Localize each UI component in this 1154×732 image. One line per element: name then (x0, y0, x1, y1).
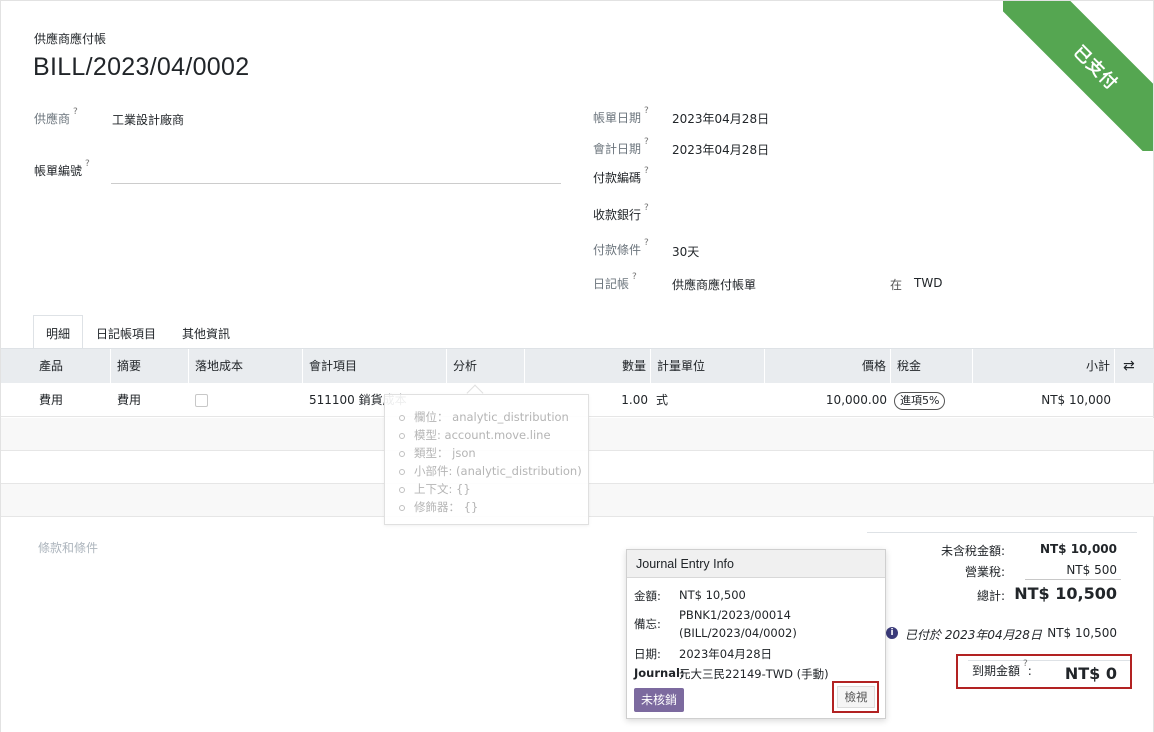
lines-table-header: 產品 摘要 落地成本 會計項目 分析 數量 計量單位 價格 稅金 小計 ⇄ (1, 349, 1154, 383)
popover-journal-label: Journal: (634, 666, 685, 680)
info-icon[interactable]: i (886, 627, 898, 639)
tab-other-info[interactable]: 其他資訊 (169, 315, 243, 349)
tooltip-line: 修飾器： {} (399, 499, 478, 515)
recipient-bank-label: 收款銀行? (593, 203, 649, 222)
popover-date-label: 日期: (634, 647, 661, 661)
popover-memo-line2: (BILL/2023/04/0002) (679, 626, 797, 640)
popover-journal-value: 元大三民22149-TWD (手動) (679, 667, 829, 681)
cell-subtotal: NT$ 10,000 (1041, 393, 1111, 407)
bill-ref-label: 帳單編號? (34, 159, 90, 178)
col-description[interactable]: 摘要 (111, 349, 189, 383)
tax-label: 營業稅: (964, 565, 1005, 579)
popover-amount-label: 金額: (634, 589, 661, 603)
document-type: 供應商應付帳 (34, 32, 107, 46)
col-subtotal[interactable]: 小計 (973, 349, 1115, 383)
accounting-date-field[interactable]: 2023年04月28日 (672, 141, 769, 158)
payment-terms-label: 付款條件? (593, 238, 649, 257)
tax-badge: 進項5% (894, 392, 946, 410)
popover-amount-value: NT$ 10,500 (679, 588, 746, 602)
total-label: 總計: (976, 589, 1005, 603)
status-ribbon-label: 已支付 (1003, 1, 1153, 151)
col-taxes[interactable]: 稅金 (891, 349, 973, 383)
cell-uom[interactable]: 式 (656, 384, 668, 417)
totals-divider (867, 532, 1137, 533)
view-button[interactable]: 檢視 (837, 686, 875, 708)
tooltip-line: 類型： json (399, 445, 476, 461)
page-title: BILL/2023/04/0002 (33, 53, 250, 81)
notebook-tabs: 明細 日記帳項目 其他資訊 (33, 315, 243, 349)
vendor-field[interactable]: 工業設計廠商 (112, 111, 184, 128)
totals-separator (1025, 579, 1121, 580)
tab-invoice-lines[interactable]: 明細 (33, 315, 84, 349)
journal-label: 日記帳? (593, 272, 637, 291)
bill-date-field[interactable]: 2023年04月28日 (672, 110, 769, 127)
currency-field[interactable]: TWD (914, 276, 942, 290)
col-quantity[interactable]: 數量 (525, 349, 651, 383)
popover-title: Journal Entry Info (627, 550, 885, 578)
cell-description[interactable]: 費用 (117, 384, 141, 417)
tax-value: NT$ 500 (1066, 563, 1117, 577)
col-product[interactable]: 產品 (33, 349, 111, 383)
amount-due-label: 到期金額?: (972, 659, 1032, 678)
bill-ref-input[interactable] (111, 183, 561, 184)
cell-product[interactable]: 費用 (39, 384, 63, 417)
untaxed-value: NT$ 10,000 (1039, 542, 1117, 556)
field-info-tooltip: 欄位： analytic_distribution 模型: account.mo… (384, 394, 589, 525)
form-sheet: 已支付 供應商應付帳 BILL/2023/04/0002 供應商? 工業設計廠商… (0, 0, 1154, 732)
tooltip-line: 上下文: {} (399, 481, 471, 497)
popover-memo-line1: PBNK1/2023/00014 (679, 608, 791, 622)
payment-reference-label: 付款編碼? (593, 166, 649, 185)
cell-taxes[interactable]: 進項5% (894, 384, 946, 417)
col-analytic[interactable]: 分析 (447, 349, 525, 383)
col-landed-cost[interactable]: 落地成本 (189, 349, 303, 383)
terms-conditions-input[interactable]: 條款和條件 (38, 539, 98, 556)
col-uom[interactable]: 計量單位 (651, 349, 765, 383)
landed-cost-checkbox[interactable] (195, 394, 208, 407)
paid-amount: NT$ 10,500 (1047, 626, 1117, 640)
journal-field[interactable]: 供應商應付帳單 (672, 276, 756, 293)
popover-memo-label: 備忘: (634, 617, 661, 631)
unreconcile-button[interactable]: 未核銷 (634, 688, 684, 712)
accounting-date-label: 會計日期? (593, 137, 649, 156)
col-price[interactable]: 價格 (765, 349, 891, 383)
cell-price[interactable]: 10,000.00 (765, 384, 887, 417)
untaxed-label: 未含稅金額: (940, 544, 1005, 558)
popover-date-value: 2023年04月28日 (679, 647, 773, 661)
tab-journal-items[interactable]: 日記帳項目 (83, 315, 169, 349)
bill-date-label: 帳單日期? (593, 106, 649, 125)
tooltip-line: 小部件: (analytic_distribution) (399, 463, 582, 479)
total-value: NT$ 10,500 (1014, 584, 1117, 603)
status-ribbon: 已支付 (1003, 1, 1153, 151)
paid-on-text: 已付於 2023年04月28日 (905, 628, 1042, 642)
amount-due-value: NT$ 0 (1064, 664, 1117, 683)
vendor-label: 供應商? (34, 107, 78, 126)
tooltip-line: 欄位： analytic_distribution (399, 409, 569, 425)
optional-columns-icon[interactable]: ⇄ (1115, 349, 1154, 383)
col-account[interactable]: 會計項目 (303, 349, 447, 383)
currency-in-label: 在 (890, 278, 903, 292)
payment-terms-field[interactable]: 30天 (672, 243, 699, 260)
tooltip-line: 模型: account.move.line (399, 427, 551, 443)
